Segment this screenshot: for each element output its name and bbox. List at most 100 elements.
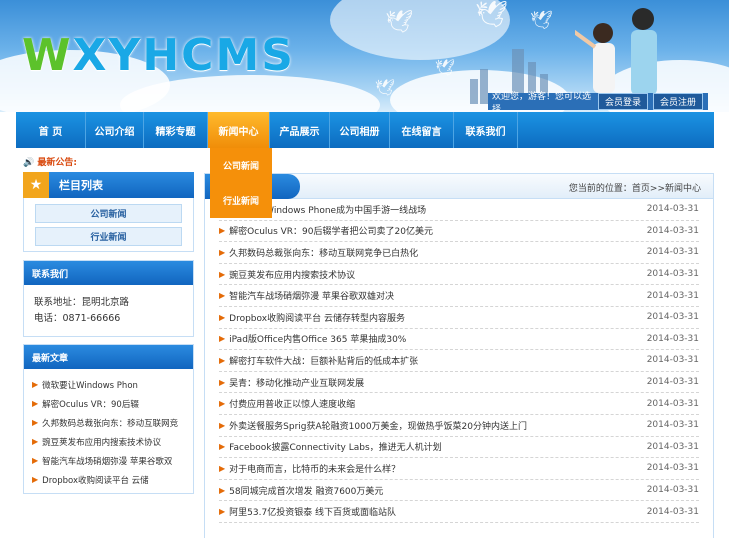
table-row[interactable]: ▶ 智能汽车战场硝烟弥漫 苹果谷歌双雄对决 2014-03-31 <box>219 285 699 307</box>
article-title[interactable]: 解密Oculus VR：90后辍学者把公司卖了20亿美元 <box>229 224 647 237</box>
table-row[interactable]: ▶ 解密Oculus VR：90后辍学者把公司卖了20亿美元 2014-03-31 <box>219 221 699 243</box>
nav-about[interactable]: 公司介绍 <box>86 112 144 148</box>
list-item[interactable]: ▶ 解密Oculus VR：90后辍 <box>32 394 185 413</box>
news-panel-header: 您当前的位置：首页>>新闻中心 <box>205 174 713 199</box>
table-row[interactable]: ▶ iPad版Office内售Office 365 苹果抽成30% 2014-03-… <box>219 329 699 351</box>
contact-address: 联系地址：昆明北京路 <box>34 297 130 308</box>
article-date: 2014-03-31 <box>646 377 699 388</box>
nav-topics[interactable]: 精彩专题 <box>144 112 208 148</box>
arrow-icon: ▶ <box>219 291 226 301</box>
dropdown-industry-news[interactable]: 行业新闻 <box>210 183 272 218</box>
main-nav: 首 页 公司介绍 精彩专题 新闻中心 产品展示 公司相册 在线留言 联系我们 <box>16 112 714 148</box>
list-item[interactable]: ▶ 智能汽车战场硝烟弥漫 苹果谷歌双 <box>32 451 185 470</box>
article-title[interactable]: iPad版Office内售Office 365 苹果抽成30% <box>229 332 647 345</box>
article-title[interactable]: 微软要让Windows Phone成为中国手游一线战场 <box>229 203 647 216</box>
arrow-icon: ▶ <box>219 355 226 365</box>
arrow-icon: ▶ <box>32 399 39 408</box>
arrow-icon: ▶ <box>219 420 226 430</box>
table-row[interactable]: ▶ 付费应用普收正以惊人速度收缩 2014-03-31 <box>219 393 699 415</box>
article-date: 2014-03-31 <box>646 290 699 301</box>
contact-header: 联系我们 <box>24 261 193 285</box>
article-date: 2014-03-31 <box>646 247 699 258</box>
table-row[interactable]: ▶ Facebook披露Connectivity Labs，推进无人机计划 2014… <box>219 437 699 459</box>
arrow-icon: ▶ <box>219 485 226 495</box>
news-panel: 您当前的位置：首页>>新闻中心 ▶微软要让Windows Phone成为中国手游… <box>204 173 714 538</box>
category-company-news[interactable]: 公司新闻 <box>35 204 182 223</box>
arrow-icon: ▶ <box>32 418 39 427</box>
arrow-icon: ▶ <box>219 507 226 517</box>
article-title[interactable]: 豌豆荚发布应用内搜索技术协议 <box>229 268 647 281</box>
login-button[interactable]: 会员登录 <box>597 93 648 110</box>
arrow-icon: ▶ <box>219 334 226 344</box>
list-item[interactable]: ▶ 豌豆荚发布应用内搜索技术协议 <box>32 432 185 451</box>
nav-news[interactable]: 新闻中心 <box>208 112 270 148</box>
arrow-icon: ▶ <box>219 269 226 279</box>
list-item[interactable]: ▶ 微软要让Windows Phon <box>32 375 185 394</box>
nav-home[interactable]: 首 页 <box>16 112 86 148</box>
article-title[interactable]: 58同城完成首次增发 融资7600万美元 <box>229 484 647 497</box>
arrow-icon: ▶ <box>219 312 226 322</box>
arrow-icon: ▶ <box>32 380 39 389</box>
arrow-icon: ▶ <box>219 442 226 452</box>
table-row[interactable]: ▶微软要让Windows Phone成为中国手游一线战场2014-03-31 <box>219 199 699 221</box>
article-date: 2014-03-31 <box>646 398 699 409</box>
latest-articles-box: 最新文章 ▶ 微软要让Windows Phon ▶ 解密Oculus VR：90后辍… <box>23 344 194 494</box>
table-row[interactable]: ▶ 吴青：移动化推动产业互联网发展 2014-03-31 <box>219 372 699 394</box>
latest-header: 最新文章 <box>24 345 193 369</box>
nav-album[interactable]: 公司相册 <box>330 112 390 148</box>
notice-bar: 🔊 最新公告: <box>23 155 77 168</box>
star-icon: ★ <box>23 172 49 198</box>
site-logo[interactable]: WXYHCMS <box>22 30 295 81</box>
article-title[interactable]: Dropbox收购阅读平台 云储存转型内容服务 <box>229 311 647 324</box>
category-box: ★ 栏目列表 公司新闻 行业新闻 <box>23 172 194 252</box>
dove-icon: 🕊 <box>530 10 553 31</box>
dropdown-company-news[interactable]: 公司新闻 <box>210 148 272 183</box>
table-row[interactable]: ▶ 58同城完成首次增发 融资7600万美元 2014-03-31 <box>219 480 699 502</box>
table-row[interactable]: ▶ 对于电商而言，比特币的未来会是什么样？ 2014-03-31 <box>219 458 699 480</box>
article-date: 2014-03-31 <box>646 355 699 366</box>
table-row[interactable]: ▶ 阿里53.7亿投资银泰 线下百货或面临站队 2014-03-31 <box>219 501 699 523</box>
article-title[interactable]: 阿里53.7亿投资银泰 线下百货或面临站队 <box>229 505 647 518</box>
article-title[interactable]: 对于电商而言，比特币的未来会是什么样？ <box>229 462 647 475</box>
building <box>470 79 478 104</box>
category-industry-news[interactable]: 行业新闻 <box>35 227 182 246</box>
dove-icon: 🕊 <box>375 78 396 97</box>
logo-text: XYHCMS <box>72 30 295 81</box>
arrow-icon: ▶ <box>32 456 39 465</box>
category-header: ★ 栏目列表 <box>23 172 194 198</box>
list-item[interactable]: ▶ 久邦数码总裁张向东：移动互联网竞 <box>32 413 185 432</box>
welcome-text: 欢迎您，游客！您可以选择 <box>492 91 592 113</box>
article-title[interactable]: Facebook披露Connectivity Labs，推进无人机计划 <box>229 440 647 453</box>
dove-icon: 🕊 <box>475 0 509 30</box>
list-item[interactable]: ▶ Dropbox收购阅读平台 云储 <box>32 470 185 489</box>
register-button[interactable]: 会员注册 <box>652 93 703 110</box>
breadcrumb: 您当前的位置：首页>>新闻中心 <box>568 184 701 194</box>
article-date: 2014-03-31 <box>646 420 699 431</box>
arrow-icon: ▶ <box>219 463 226 473</box>
arrow-icon: ▶ <box>32 475 39 484</box>
nav-guestbook[interactable]: 在线留言 <box>390 112 454 148</box>
speaker-icon: 🔊 <box>23 158 35 168</box>
table-row[interactable]: ▶ 解密打车软件大战：巨额补贴背后的低成本扩张 2014-03-31 <box>219 350 699 372</box>
article-title[interactable]: 智能汽车战场硝烟弥漫 苹果谷歌双雄对决 <box>229 289 647 302</box>
people-illustration <box>575 8 657 95</box>
arrow-icon: ▶ <box>219 247 226 257</box>
table-row[interactable]: ▶ 豌豆荚发布应用内搜索技术协议 2014-03-31 <box>219 264 699 286</box>
article-title[interactable]: 吴青：移动化推动产业互联网发展 <box>229 376 647 389</box>
news-list: ▶微软要让Windows Phone成为中国手游一线战场2014-03-31▶解… <box>205 199 713 523</box>
nav-contact[interactable]: 联系我们 <box>454 112 518 148</box>
table-row[interactable]: ▶ 久邦数码总裁张向东：移动互联网竞争已白热化 2014-03-31 <box>219 242 699 264</box>
article-title[interactable]: 解密打车软件大战：巨额补贴背后的低成本扩张 <box>229 354 647 367</box>
member-bar: 欢迎您，游客！您可以选择 会员登录 会员注册 <box>488 92 708 112</box>
article-date: 2014-03-31 <box>646 506 699 517</box>
article-title[interactable]: 付费应用普收正以惊人速度收缩 <box>229 397 647 410</box>
article-date: 2014-03-31 <box>646 441 699 452</box>
table-row[interactable]: ▶ 外卖送餐服务Sprig获A轮融资1000万美金，现做热乎饭菜20分钟内送上门 2… <box>219 415 699 437</box>
article-date: 2014-03-31 <box>646 463 699 474</box>
article-title[interactable]: 外卖送餐服务Sprig获A轮融资1000万美金，现做热乎饭菜20分钟内送上门 <box>229 419 647 432</box>
article-title[interactable]: 久邦数码总裁张向东：移动互联网竞争已白热化 <box>229 246 647 259</box>
arrow-icon: ▶ <box>219 377 226 387</box>
nav-products[interactable]: 产品展示 <box>270 112 330 148</box>
table-row[interactable]: ▶ Dropbox收购阅读平台 云储存转型内容服务 2014-03-31 <box>219 307 699 329</box>
arrow-icon: ▶ <box>219 226 226 236</box>
